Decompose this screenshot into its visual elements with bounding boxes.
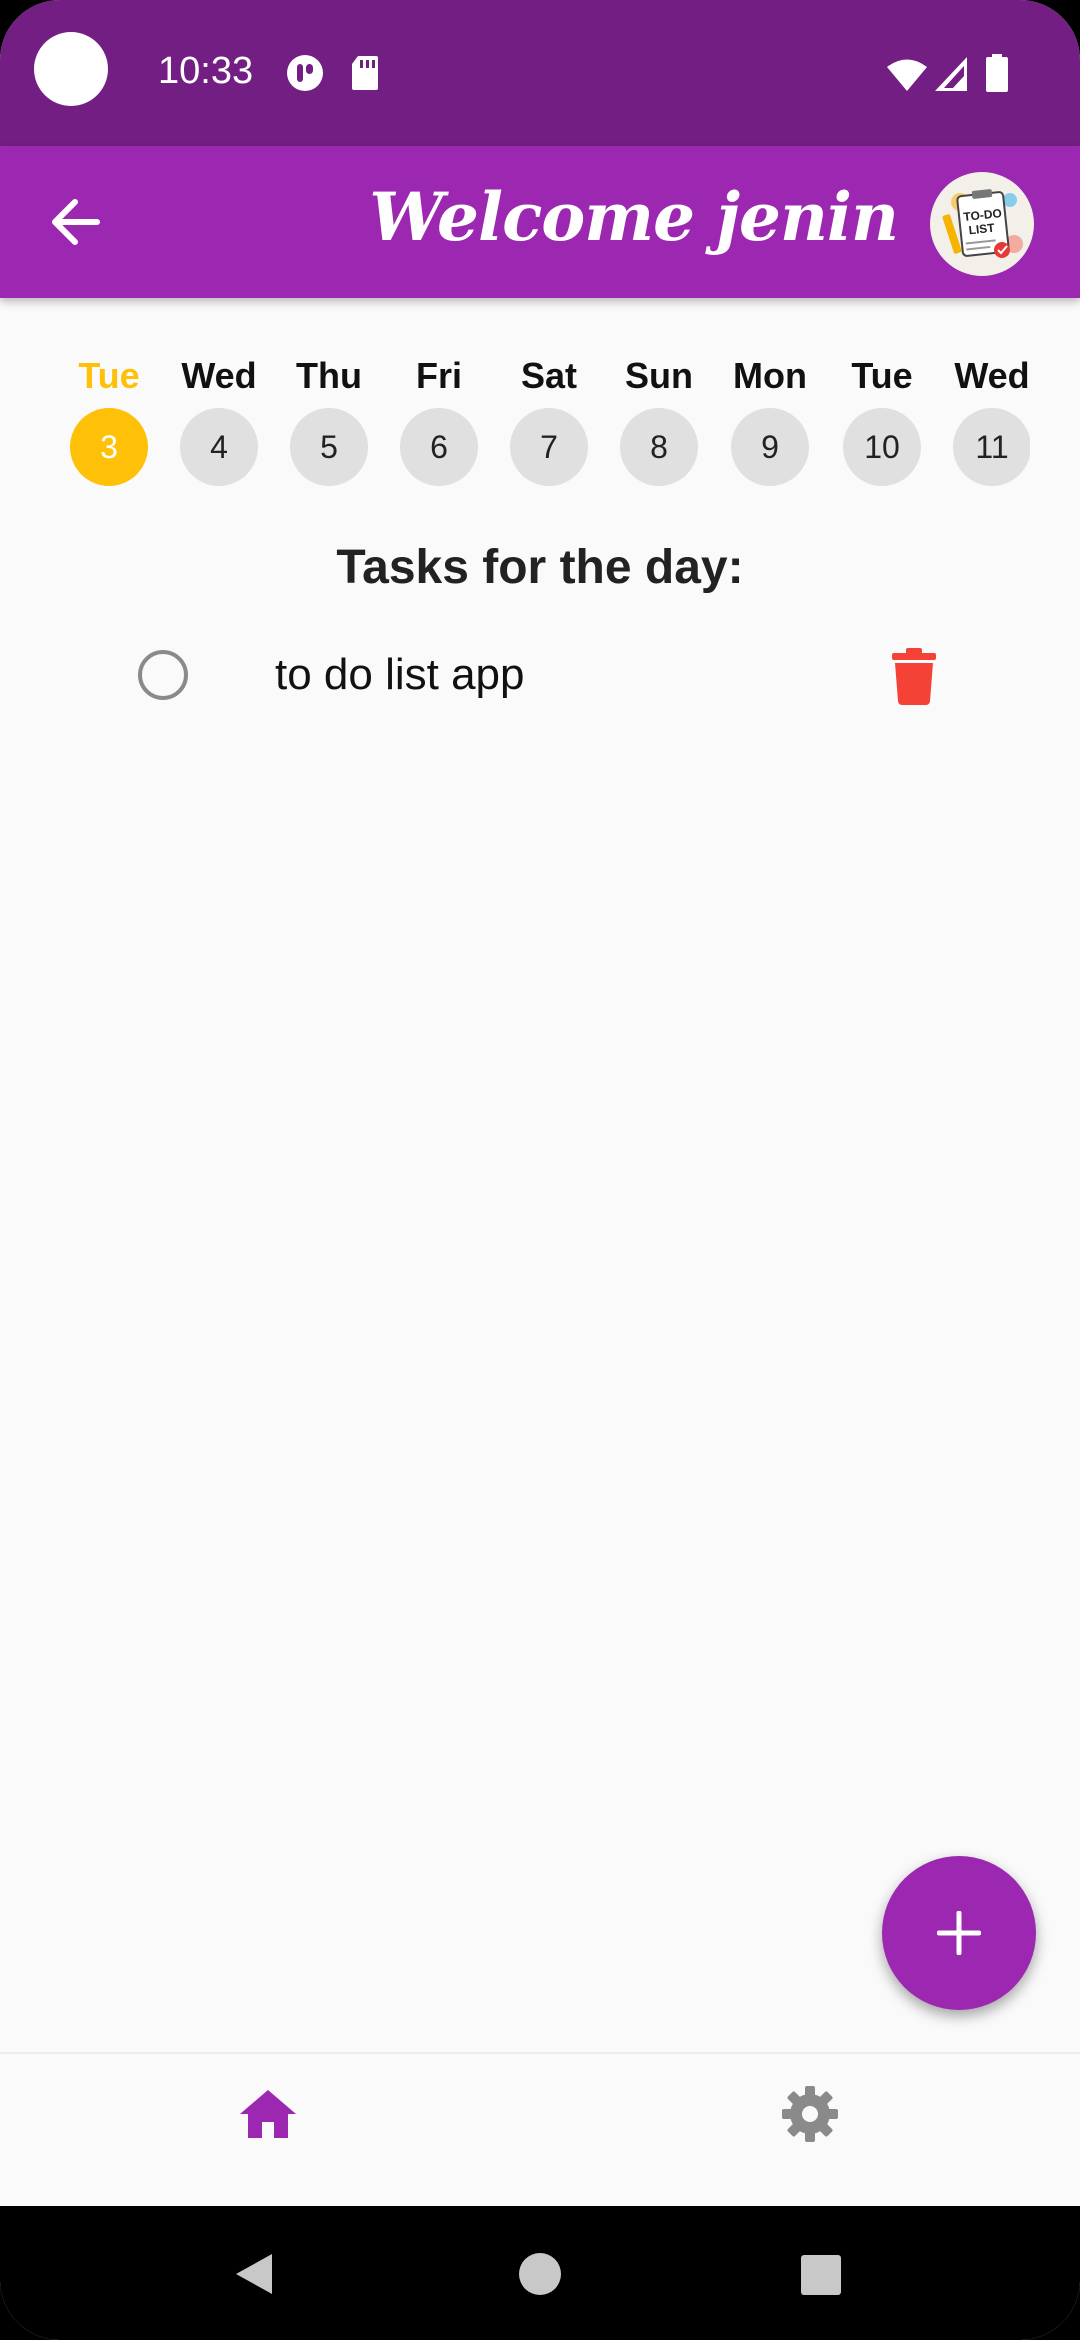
tasks-heading: Tasks for the day: [336,541,744,594]
day-number: 4 [180,408,258,486]
day-wed-4[interactable]: Wed 4 [174,350,264,486]
app-title: Welcome jenin [369,178,899,256]
app-notification-icon [287,55,323,91]
camera-cutout [34,32,108,106]
task-text: to do list app [275,650,525,699]
system-home-button[interactable] [518,2252,562,2296]
day-name: Thu [296,355,362,396]
day-number: 8 [620,408,698,486]
todo-list-logo: TO-DO LIST [930,172,1034,276]
day-wed-11[interactable]: Wed 11 [947,350,1030,486]
screen: 10:33 Welcome jenin TO-DO LIST Tue 3 Wed… [0,0,1080,2340]
nav-home-tab[interactable] [236,2082,300,2146]
trash-icon [892,648,936,705]
sd-card-icon [352,56,378,90]
day-number: 6 [400,408,478,486]
day-name: Tue [851,355,913,396]
day-mon-9[interactable]: Mon 9 [725,350,815,486]
day-tue-10[interactable]: Tue 10 [837,350,927,486]
day-name: Sat [520,355,578,396]
status-time: 10:33 [158,50,254,92]
app-bar: Welcome jenin TO-DO LIST [0,146,1080,298]
arrow-back-icon [52,199,100,245]
plus-icon [937,1911,981,1955]
delete-task-button[interactable] [890,646,938,706]
day-sat-7[interactable]: Sat 7 [504,350,594,486]
task-item: to do list app [0,640,1080,712]
day-name: Wed [181,355,257,396]
system-back-button[interactable] [234,2252,274,2296]
day-tue-3[interactable]: Tue 3 [64,350,154,486]
nav-settings-tab[interactable] [778,2082,842,2146]
day-number: 11 [953,408,1030,486]
home-icon [240,2090,296,2138]
day-name: Fri [415,355,462,396]
day-number: 10 [843,408,921,486]
day-name: Wed [954,355,1030,396]
cellular-signal-icon [935,57,967,91]
battery-icon [986,54,1008,92]
day-sun-8[interactable]: Sun 8 [614,350,704,486]
wifi-icon [887,59,927,91]
status-bar: 10:33 [0,0,1080,146]
gear-icon [782,2086,838,2142]
day-thu-5[interactable]: Thu 5 [284,350,374,486]
day-fri-6[interactable]: Fri 6 [394,350,484,486]
day-number: 5 [290,408,368,486]
day-name: Sun [625,355,693,396]
day-name: Tue [78,355,140,396]
system-recents-button[interactable] [800,2254,842,2296]
logo-text-line-2: LIST [968,221,996,238]
day-number: 3 [70,408,148,486]
day-number: 7 [510,408,588,486]
todo-list-logo-image: TO-DO LIST [942,189,1023,258]
bottom-navigation [0,2052,1080,2208]
day-name: Mon [733,355,807,396]
add-task-button[interactable] [882,1856,1036,2010]
back-button[interactable] [44,190,108,254]
day-selector: Tue 3 Wed 4 Thu 5 Fri 6 Sat 7 Sun 8 Mon … [0,350,1030,490]
task-complete-checkbox[interactable] [138,650,188,700]
system-navigation-bar [0,2206,1080,2340]
day-number: 9 [731,408,809,486]
